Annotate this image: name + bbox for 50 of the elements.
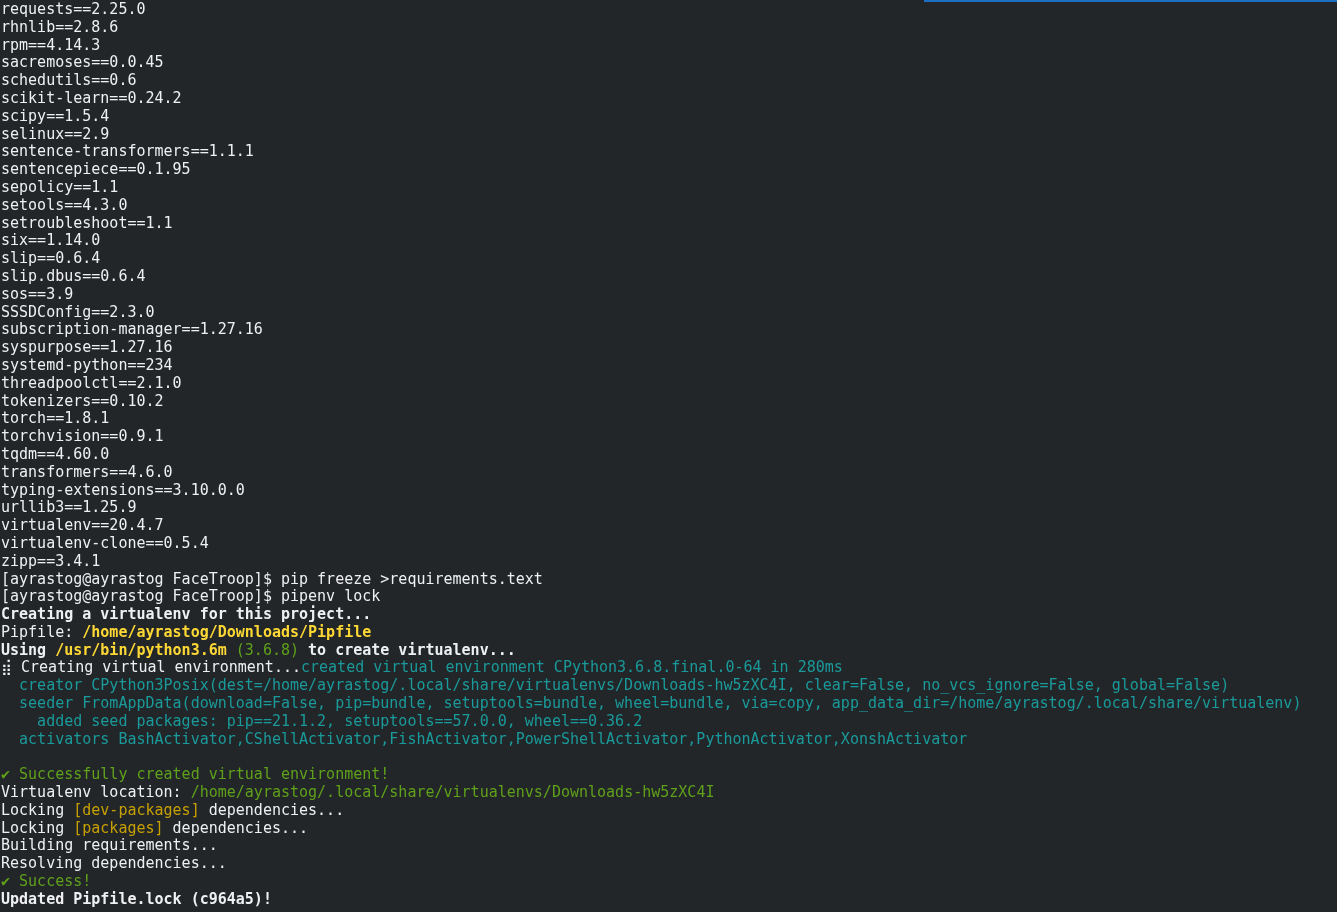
terminal-line: schedutils==0.6: [1, 72, 137, 90]
terminal-line: requests==2.25.0: [1, 1, 146, 19]
terminal-line: Using /usr/bin/python3.6m (3.6.8) to create virtualenv...: [1, 641, 516, 659]
terminal-line: virtualenv-clone==0.5.4: [1, 534, 209, 553]
terminal-line: setroubleshoot==1.1: [1, 214, 173, 233]
terminal-line: threadpoolctl==2.1.0: [1, 374, 182, 393]
terminal-line: Locking [packages] dependencies...: [1, 819, 309, 838]
terminal-line: transformers==4.6.0: [1, 463, 173, 482]
terminal-line: tqdm==4.60.0: [1, 445, 110, 464]
terminal-line: six==1.14.0: [1, 232, 101, 251]
terminal-line: [ayrastog@ayrastog FaceTroop]$ pipenv lock: [1, 588, 381, 606]
terminal-line: sacremoses==0.0.45: [1, 54, 164, 73]
terminal-line: urllib3==1.25.9: [1, 499, 137, 518]
terminal-line: ✔ Successfully created virtual environment!: [1, 766, 390, 785]
terminal-line: zipp==3.4.1: [1, 552, 101, 571]
terminal-line: creator CPython3Posix(dest=/home/ayrastog/.local/share/virtualenvs/Downloads-hw5zXC4I, clear=False, no_vcs_ignore=False, global=False): [18, 677, 1230, 696]
terminal-line: Virtualenv location: /home/ayrastog/.local/share/virtualenvs/Downloads-hw5zXC4I: [1, 784, 715, 802]
terminal-line: scipy==1.5.4: [1, 107, 110, 126]
terminal-line: Updated Pipfile.lock (c964a5)!: [1, 890, 272, 909]
terminal-line: tokenizers==0.10.2: [1, 392, 164, 411]
terminal-line: activators BashActivator,CShellActivator,FishActivator,PowerShellActivator,PythonActivator,XonshActivator: [18, 730, 968, 749]
terminal-line: sepolicy==1.1: [1, 178, 119, 197]
terminal-line: syspurpose==1.27.16: [1, 339, 173, 357]
terminal-line: Creating a virtualenv for this project...: [1, 606, 372, 624]
terminal-line: ⣾ Creating virtual environment...created virtual environment CPython3.6.8.final.0-64 in 280ms: [1, 659, 843, 678]
terminal-line: slip.dbus==0.6.4: [1, 267, 146, 286]
terminal-line: added seed packages: pip==21.1.2, setuptools==57.0.0, wheel==0.36.2: [36, 712, 643, 731]
terminal-line: typing-extensions==3.10.0.0: [1, 481, 245, 500]
terminal-line: sos==3.9: [1, 285, 74, 304]
terminal-line: Resolving dependencies...: [1, 855, 227, 874]
terminal-line: Pipfile: /home/ayrastog/Downloads/Pipfile: [1, 623, 372, 642]
terminal-line: subscription-manager==1.27.16: [1, 321, 263, 340]
terminal-line: ✔ Success!: [1, 873, 92, 891]
terminal-line: selinux==2.9: [1, 125, 110, 144]
terminal-line: seeder FromAppData(download=False, pip=bundle, setuptools=bundle, wheel=bundle, via=copy, app_data_dir=/home/ayrastog/.local/share/virtualenv): [18, 695, 1302, 713]
terminal-line: systemd-python==234: [1, 356, 173, 375]
terminal-line: slip==0.6.4: [1, 250, 101, 268]
terminal-line: SSSDConfig==2.3.0: [1, 303, 155, 322]
terminal-line: rhnlib==2.8.6: [1, 18, 119, 37]
terminal-line: Locking [dev-packages] dependencies...: [1, 801, 345, 820]
terminal-line: virtualenv==20.4.7: [1, 517, 164, 535]
terminal-line: [ayrastog@ayrastog FaceTroop]$ pip freeze >requirements.text: [1, 570, 543, 589]
terminal-line: torchvision==0.9.1: [1, 428, 164, 446]
terminal-line: sentence-transformers==1.1.1: [1, 143, 254, 162]
terminal-line: Building requirements...: [1, 837, 218, 856]
terminal-line: scikit-learn==0.24.2: [1, 90, 182, 108]
terminal-line: setools==4.3.0: [1, 196, 128, 215]
terminal-line: torch==1.8.1: [1, 410, 110, 429]
terminal-line: rpm==4.14.3: [1, 36, 101, 55]
terminal-line: sentencepiece==0.1.95: [1, 161, 191, 179]
